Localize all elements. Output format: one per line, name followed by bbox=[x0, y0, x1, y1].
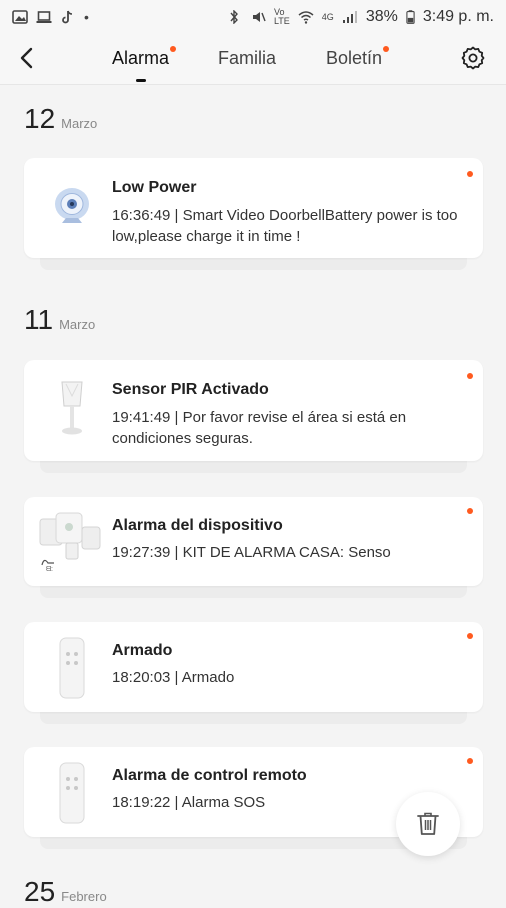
date-header-12-marzo: 12 Marzo bbox=[24, 103, 97, 135]
wifi-icon bbox=[298, 11, 314, 24]
settings-gear-icon[interactable] bbox=[460, 45, 486, 71]
tab-alarma-label: Alarma bbox=[112, 48, 170, 68]
tab-boletin[interactable]: Boletín bbox=[326, 46, 390, 69]
tiktok-icon bbox=[62, 10, 73, 24]
notification-card-device-alarm[interactable]: ᗺ: Alarma del dispositivo 19:27:39 | KIT… bbox=[24, 497, 483, 586]
battery-icon bbox=[406, 10, 415, 24]
unread-dot bbox=[467, 633, 473, 639]
notification-description: 16:36:49 | Smart Video DoorbellBattery p… bbox=[112, 207, 458, 245]
gallery-icon bbox=[12, 10, 28, 24]
date-day: 12 bbox=[24, 103, 56, 134]
tab-familia[interactable]: Familia bbox=[218, 48, 276, 69]
notification-title: Armado bbox=[112, 642, 173, 659]
date-header-25-febrero: 25 Febrero bbox=[24, 876, 107, 908]
doorbell-camera-icon bbox=[55, 188, 89, 223]
trash-icon bbox=[417, 812, 439, 835]
active-tab-indicator bbox=[135, 79, 146, 82]
remote-control-icon bbox=[59, 762, 85, 824]
card-stack-shadow bbox=[40, 586, 467, 598]
notification-card-low-power[interactable]: Low Power 16:36:49 | Smart Video Doorbel… bbox=[24, 158, 483, 258]
top-navigation: Alarma Familia Boletín bbox=[0, 34, 506, 84]
notification-description: 19:41:49 | Por favor revise el área si e… bbox=[112, 409, 407, 447]
more-notifications-icon: • bbox=[84, 9, 89, 25]
notification-card-pir[interactable]: Sensor PIR Activado 19:41:49 | Por favor… bbox=[24, 360, 483, 461]
tab-alarma[interactable]: Alarma bbox=[112, 46, 177, 82]
date-day: 11 bbox=[24, 304, 54, 335]
notification-title: Alarma del dispositivo bbox=[112, 517, 283, 534]
bluetooth-icon bbox=[230, 10, 238, 24]
tab-boletin-label: Boletín bbox=[326, 48, 383, 68]
battery-percent: 38% bbox=[365, 8, 398, 25]
signal-icon bbox=[342, 11, 357, 23]
date-month: Marzo bbox=[59, 317, 96, 332]
pir-sensor-icon bbox=[61, 381, 83, 435]
tab-bar: Alarma Familia Boletín bbox=[0, 34, 506, 84]
notification-description: 18:20:03 | Armado bbox=[112, 669, 235, 686]
status-right-icons: Vo LTE 4G 38% 3:49 p. m. bbox=[226, 8, 494, 26]
volte-icon: Vo LTE bbox=[273, 7, 290, 26]
clock: 3:49 p. m. bbox=[422, 8, 494, 25]
kit-logo-text: ᗺ: bbox=[46, 565, 53, 573]
alarm-kit-icon: ᗺ: bbox=[39, 512, 101, 573]
remote-control-icon bbox=[59, 637, 85, 699]
card-stack-shadow bbox=[40, 461, 467, 473]
tab-alarma-unread-dot bbox=[170, 46, 177, 52]
date-month: Marzo bbox=[61, 116, 98, 131]
notification-title: Alarma de control remoto bbox=[112, 767, 307, 784]
notification-title: Sensor PIR Activado bbox=[112, 381, 269, 398]
notification-card-armado[interactable]: Armado 18:20:03 | Armado bbox=[24, 622, 483, 712]
mute-icon bbox=[252, 12, 266, 22]
status-left-icons: • bbox=[12, 9, 89, 25]
card-stack-shadow bbox=[40, 712, 467, 724]
date-day: 25 bbox=[24, 876, 56, 907]
delete-button[interactable] bbox=[396, 792, 460, 856]
tab-boletin-unread-dot bbox=[383, 46, 390, 52]
notification-description: 19:27:39 | KIT DE ALARMA CASA: Senso bbox=[112, 544, 391, 561]
laptop-icon bbox=[36, 11, 52, 23]
unread-dot bbox=[467, 171, 473, 177]
status-bar: • Vo LTE 4G 38% 3:49 p. m. bbox=[0, 0, 506, 34]
date-header-11-marzo: 11 Marzo bbox=[24, 304, 95, 336]
date-month: Febrero bbox=[61, 889, 107, 904]
unread-dot bbox=[467, 758, 473, 764]
tab-familia-label: Familia bbox=[218, 48, 277, 68]
header-divider bbox=[0, 84, 506, 85]
card-stack-shadow bbox=[40, 258, 467, 270]
notification-title: Low Power bbox=[112, 179, 197, 196]
unread-dot bbox=[467, 373, 473, 379]
unread-dot bbox=[467, 508, 473, 514]
network-type-label: 4G bbox=[321, 12, 334, 22]
